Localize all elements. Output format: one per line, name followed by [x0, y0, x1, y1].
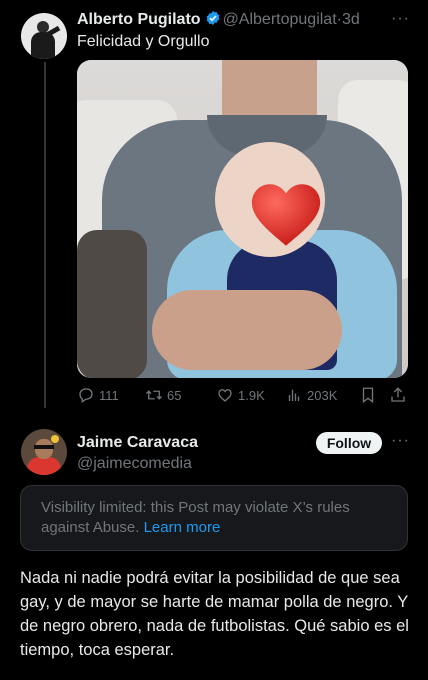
views-icon [288, 389, 300, 401]
repost-button[interactable]: 65 [145, 386, 181, 404]
follow-button[interactable]: Follow [316, 432, 382, 454]
repost-count: 65 [167, 387, 182, 403]
reply-icon [79, 388, 93, 403]
post2-more-icon[interactable]: ··· [391, 432, 410, 450]
post1-author-name[interactable]: Alberto Pugilato [77, 11, 201, 28]
reply-button[interactable]: 111 [77, 386, 119, 404]
bookmark-icon[interactable] [359, 386, 377, 404]
share-icon[interactable] [389, 386, 407, 404]
verified-badge-icon [206, 11, 219, 25]
learn-more-link[interactable]: Learn more [144, 519, 221, 536]
post2-text: Nada ni nadie podrá evitar la posibilida… [20, 569, 409, 659]
views-count: 203K [307, 387, 338, 403]
post1-time[interactable]: 3d [342, 11, 360, 28]
post1-text: Felicidad y Orgullo [77, 33, 210, 50]
repost-icon [146, 390, 162, 400]
post1-actions: 111 65 1.9K 203K [77, 386, 408, 406]
like-count: 1.9K [238, 387, 265, 403]
views-button[interactable]: 203K [285, 386, 337, 404]
visibility-notice: Visibility limited: this Post may violat… [20, 485, 408, 551]
post1-header: Alberto Pugilato @Albertopugilat·3d [77, 10, 360, 29]
avatar-jaime[interactable] [21, 429, 67, 475]
like-button[interactable]: 1.9K [216, 386, 265, 404]
post1-more-icon[interactable]: ··· [391, 10, 410, 28]
reply-count: 111 [99, 387, 119, 403]
post2-author-name[interactable]: Jaime Caravaca [77, 434, 198, 452]
post1-photo[interactable] [77, 60, 408, 378]
heart-emoji-icon [251, 184, 321, 246]
post1-handle[interactable]: @Albertopugilat [223, 11, 337, 28]
like-icon [218, 389, 232, 402]
avatar-alberto[interactable] [21, 13, 67, 59]
thread-connector-line [44, 62, 46, 408]
post2-handle[interactable]: @jaimecomedia [77, 455, 192, 473]
